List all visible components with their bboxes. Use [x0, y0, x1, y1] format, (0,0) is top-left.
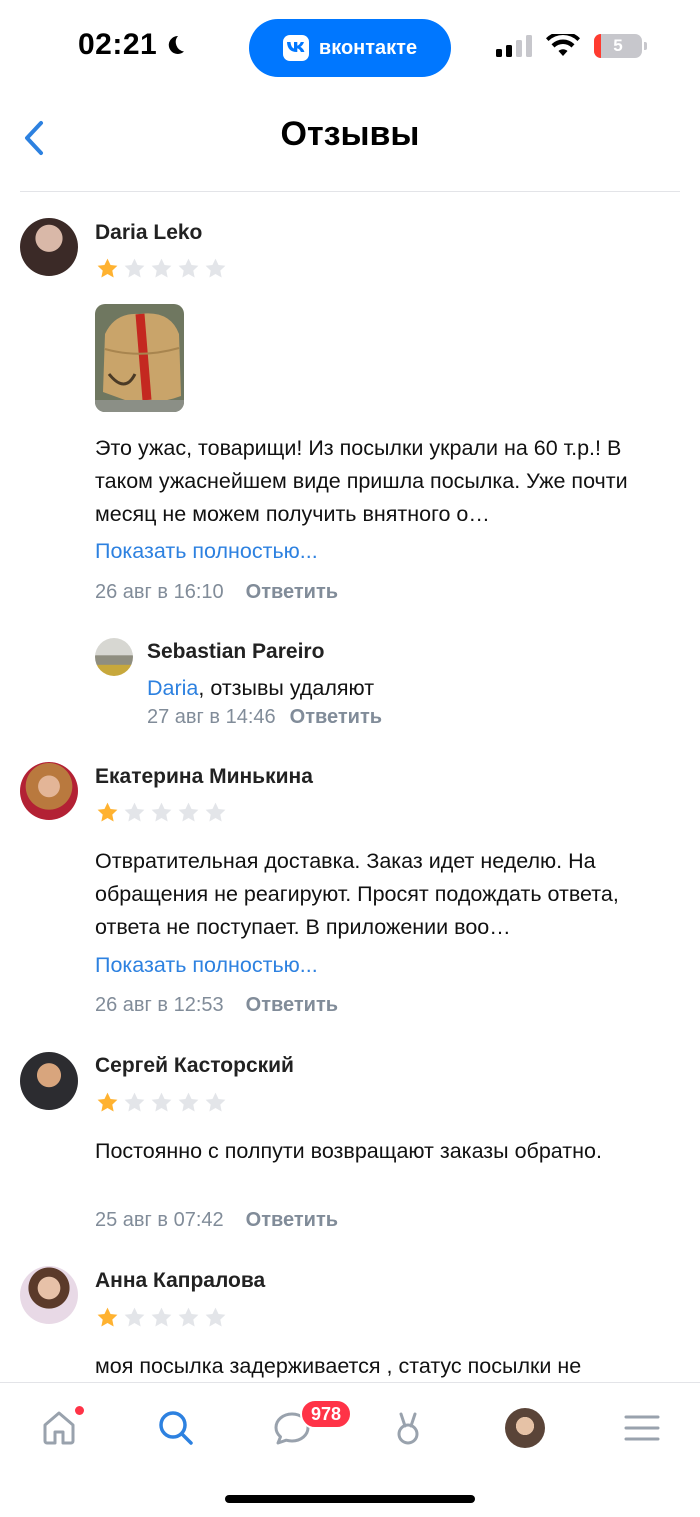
package-photo-icon	[95, 304, 184, 412]
reply-date: 27 авг в 14:46	[147, 706, 276, 728]
wifi-icon	[546, 34, 580, 56]
moon-icon	[169, 35, 185, 54]
avatar[interactable]	[95, 638, 133, 676]
star-empty-icon	[178, 1092, 199, 1112]
profile-avatar	[505, 1408, 545, 1448]
review-meta: 26 авг в 12:53 Ответить	[95, 994, 338, 1017]
tab-clips[interactable]	[380, 1403, 436, 1453]
review-meta: 25 авг в 07:42 Ответить	[95, 1209, 338, 1232]
star-empty-icon	[151, 802, 172, 822]
reply-button[interactable]: Ответить	[246, 1209, 338, 1232]
header: Отзывы	[0, 96, 700, 192]
review-text: Постоянно с полпути возвращают заказы об…	[95, 1139, 602, 1163]
star-rating	[95, 1305, 228, 1330]
vk-pill-label: вконтакте	[318, 36, 418, 59]
review-author[interactable]: Сергей Касторский	[95, 1054, 294, 1078]
battery-indicator: 5	[594, 34, 647, 58]
header-divider	[20, 191, 680, 192]
vk-app-pill[interactable]: вконтакте	[249, 19, 451, 77]
reply-button[interactable]: Ответить	[246, 994, 338, 1017]
star-empty-icon	[178, 258, 199, 278]
star-empty-icon	[124, 1307, 145, 1327]
review-text: моя посылка задерживается , статус посыл…	[95, 1354, 582, 1378]
tab-search[interactable]	[148, 1403, 204, 1453]
star-empty-icon	[205, 1092, 226, 1112]
battery-level: 5	[613, 36, 623, 55]
star-empty-icon	[151, 1307, 172, 1327]
tab-menu[interactable]	[614, 1403, 670, 1453]
clips-icon	[397, 1412, 419, 1445]
show-more-link[interactable]: Показать полностью...	[95, 539, 318, 564]
star-empty-icon	[205, 258, 226, 278]
star-empty-icon	[205, 802, 226, 822]
status-indicators: 5	[496, 34, 647, 58]
search-icon	[159, 1411, 193, 1445]
star-rating	[95, 1090, 228, 1115]
home-icon	[43, 1411, 75, 1445]
review-photo[interactable]	[95, 304, 184, 412]
review-text: Отвратительная доставка. Заказ идет неде…	[95, 849, 619, 939]
tab-profile[interactable]	[497, 1403, 553, 1453]
star-filled-icon	[97, 1092, 118, 1112]
reply-body: , отзывы удаляют	[198, 676, 375, 700]
avatar[interactable]	[20, 762, 78, 820]
star-rating	[95, 256, 228, 281]
status-time: 02:21	[78, 28, 187, 62]
menu-icon	[624, 1415, 660, 1441]
star-empty-icon	[205, 1307, 226, 1327]
review-author[interactable]: Daria Leko	[95, 221, 202, 245]
star-filled-icon	[97, 1307, 118, 1327]
review-meta: 26 авг в 16:10 Ответить	[95, 581, 338, 604]
cellular-signal-icon	[496, 35, 532, 57]
star-filled-icon	[97, 258, 118, 278]
review-date: 25 авг в 07:42	[95, 1209, 224, 1231]
star-empty-icon	[178, 1307, 199, 1327]
star-rating	[95, 800, 228, 825]
reply-author[interactable]: Sebastian Pareiro	[147, 640, 324, 664]
page-title: Отзывы	[280, 115, 420, 153]
avatar[interactable]	[20, 1052, 78, 1110]
review-text: Это ужас, товарищи! Из посылки украли на…	[95, 436, 628, 526]
review-author[interactable]: Екатерина Минькина	[95, 765, 313, 789]
time-text: 02:21	[78, 28, 158, 61]
avatar[interactable]	[20, 218, 78, 276]
star-empty-icon	[124, 1092, 145, 1112]
reply-meta: 27 авг в 14:46 Ответить	[147, 706, 382, 729]
star-empty-icon	[178, 802, 199, 822]
star-empty-icon	[151, 1092, 172, 1112]
show-more-link[interactable]: Показать полностью...	[95, 953, 318, 978]
notification-dot	[75, 1406, 84, 1415]
reply-text: Daria, отзывы удаляют	[147, 676, 374, 701]
star-empty-icon	[151, 258, 172, 278]
reply-button[interactable]: Ответить	[290, 706, 382, 729]
home-indicator	[225, 1495, 475, 1503]
star-empty-icon	[124, 258, 145, 278]
reply-button[interactable]: Ответить	[246, 581, 338, 604]
review-author[interactable]: Анна Капралова	[95, 1269, 265, 1293]
review-date: 26 авг в 12:53	[95, 994, 224, 1016]
star-empty-icon	[124, 802, 145, 822]
star-filled-icon	[97, 802, 118, 822]
vk-logo-icon	[282, 35, 309, 61]
status-bar: 02:21 вконтакте 5	[0, 0, 700, 96]
mention-link[interactable]: Daria	[147, 676, 198, 700]
avatar[interactable]	[20, 1266, 78, 1324]
review-date: 26 авг в 16:10	[95, 581, 224, 603]
messages-badge: 978	[300, 1399, 353, 1429]
